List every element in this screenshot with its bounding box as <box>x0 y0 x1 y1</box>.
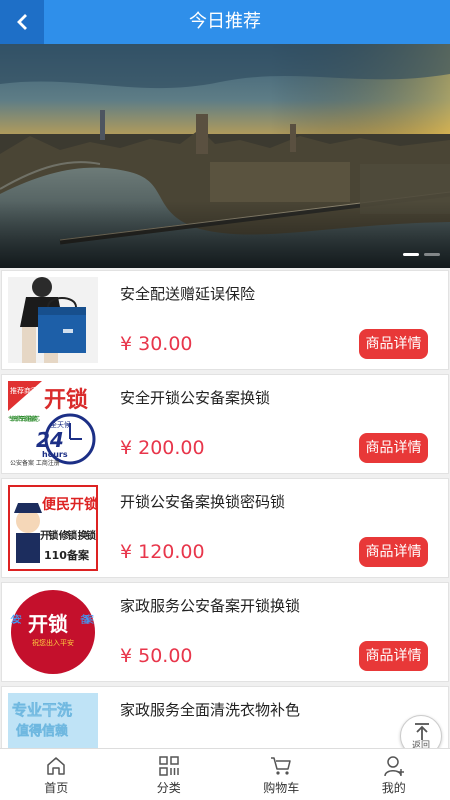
svg-text:备案: 备案 <box>80 613 94 626</box>
product-detail-button[interactable]: 商品详情 <box>359 433 428 463</box>
svg-text:专业开锁汽车开锁防盗锁换芯: 专业开锁汽车开锁防盗锁换芯 <box>8 415 40 423</box>
tab-home[interactable]: 首页 <box>0 749 113 800</box>
svg-text:公安备案 工商注册: 公安备案 工商注册 <box>10 459 60 467</box>
cart-icon <box>271 757 291 775</box>
product-list: 安全配送赠延误保险 ¥ 30.00 商品详情 推荐商家 开锁 专业开锁汽车开锁防… <box>0 270 450 748</box>
svg-text:便民开锁: 便民开锁 <box>42 496 98 513</box>
banner-image <box>0 44 450 268</box>
tab-profile[interactable]: 我的 <box>338 749 450 800</box>
product-price: ¥ 120.00 <box>120 541 205 563</box>
tab-category-label: 分类 <box>156 781 181 795</box>
svg-text:开锁: 开锁 <box>28 612 68 636</box>
product-item[interactable]: 公安 开锁 备案 祝您出入平安 家政服务公安备案开锁换锁 ¥ 50.00 商品详… <box>1 582 449 682</box>
product-detail-button[interactable]: 商品详情 <box>359 537 428 567</box>
carousel-dot[interactable] <box>403 253 419 256</box>
carousel-dot[interactable] <box>424 253 440 256</box>
svg-text:推荐商家: 推荐商家 <box>10 386 38 395</box>
product-name: 安全开锁公安备案换锁 <box>120 389 271 407</box>
product-item[interactable]: 推荐商家 开锁 专业开锁汽车开锁防盗锁换芯 全天候 24 hours 公安备案 … <box>1 374 449 474</box>
product-price: ¥ 30.00 <box>120 333 193 355</box>
product-item[interactable]: 便民开锁 开锁 修锁 换锁 110备案 开锁公安备案换锁密码锁 ¥ 120.00… <box>1 478 449 578</box>
svg-text:公安: 公安 <box>10 613 22 626</box>
home-icon <box>47 757 65 775</box>
product-name: 家政服务全面清洗衣物补色 <box>120 701 301 719</box>
product-price: ¥ 200.00 <box>120 437 205 459</box>
police-locksmith-icon: 便民开锁 开锁 修锁 换锁 110备案 <box>8 485 98 571</box>
svg-text:hours: hours <box>42 450 68 459</box>
unlock-circle-icon: 公安 开锁 备案 祝您出入平安 <box>8 589 98 675</box>
banner-carousel[interactable] <box>0 44 450 268</box>
svg-text:值得信赖: 值得信赖 <box>16 723 68 739</box>
unlock-24h-icon: 推荐商家 开锁 专业开锁汽车开锁防盗锁换芯 全天候 24 hours 公安备案 … <box>8 381 98 467</box>
header-bar: 今日推荐 <box>0 0 450 44</box>
svg-text:专业干洗: 专业干洗 <box>12 701 72 719</box>
product-name: 开锁公安备案换锁密码锁 <box>120 493 286 511</box>
tab-profile-label: 我的 <box>381 781 406 795</box>
laundry-icon: 专业干洗 值得信赖 <box>8 693 98 748</box>
product-detail-button[interactable]: 商品详情 <box>359 641 428 671</box>
product-name: 家政服务公安备案开锁换锁 <box>120 597 301 615</box>
svg-text:开锁: 开锁 <box>44 387 88 413</box>
tab-home-label: 首页 <box>44 781 69 795</box>
user-icon <box>384 756 404 777</box>
product-name: 安全配送赠延误保险 <box>120 285 256 303</box>
svg-text:110备案: 110备案 <box>44 548 90 562</box>
delivery-bag-icon <box>8 277 98 363</box>
product-price: ¥ 50.00 <box>120 645 193 667</box>
product-detail-button[interactable]: 商品详情 <box>359 329 428 359</box>
carousel-indicators <box>403 253 440 256</box>
product-item[interactable]: 专业干洗 值得信赖 家政服务全面清洗衣物补色 <box>1 686 449 748</box>
product-item[interactable]: 安全配送赠延误保险 ¥ 30.00 商品详情 <box>1 270 449 370</box>
page-title: 今日推荐 <box>189 11 261 32</box>
tab-cart[interactable]: 购物车 <box>225 749 338 800</box>
category-grid-icon <box>159 756 179 776</box>
svg-text:开锁 修锁 换锁: 开锁 修锁 换锁 <box>40 529 96 542</box>
bottom-tab-bar: 首页 分类 购物车 我的 <box>0 748 450 800</box>
svg-text:祝您出入平安: 祝您出入平安 <box>32 638 74 647</box>
tab-category[interactable]: 分类 <box>113 749 226 800</box>
tab-cart-label: 购物车 <box>263 781 300 795</box>
svg-text:24: 24 <box>36 428 64 452</box>
